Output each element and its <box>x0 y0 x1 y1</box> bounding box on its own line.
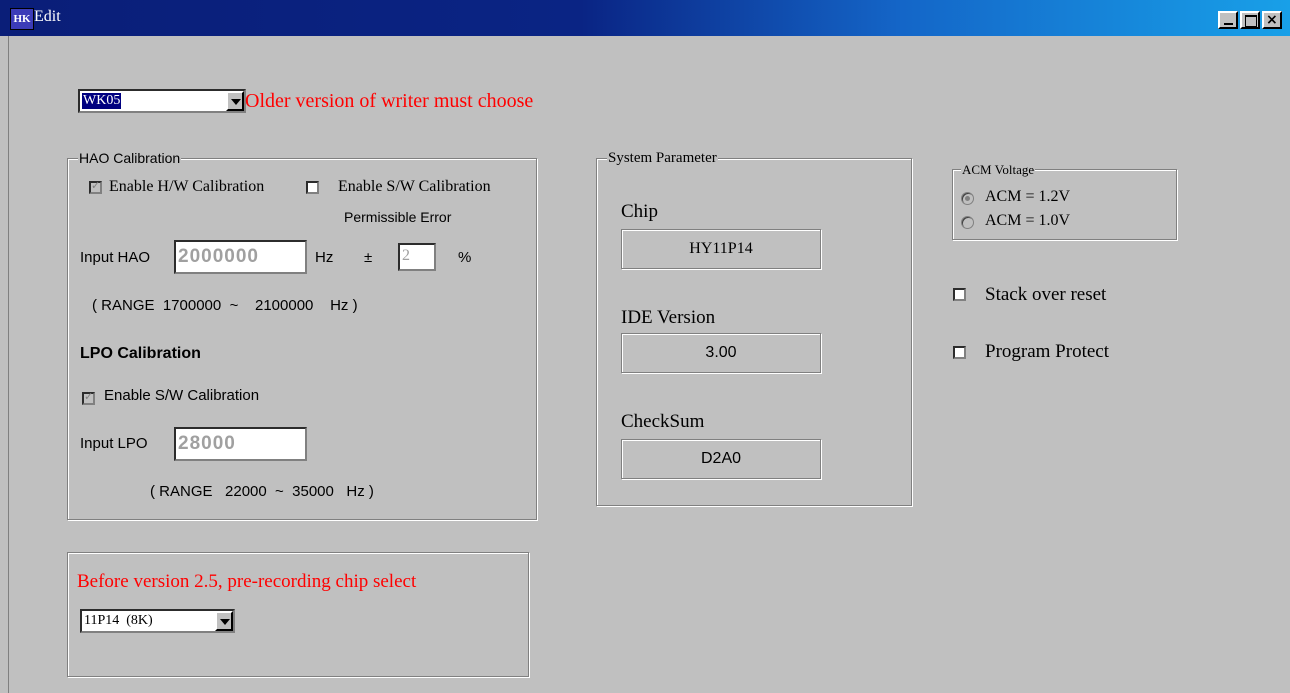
hao-calibration-group: HAO Calibration ✓ Enable H/W Calibration… <box>67 150 537 520</box>
close-icon: × <box>1266 12 1278 28</box>
checksum-label: CheckSum <box>621 411 705 432</box>
acm-12v-radio[interactable] <box>961 192 974 205</box>
input-lpo-label: Input LPO <box>80 435 148 452</box>
chip-select-group: Before version 2.5, pre-recording chip s… <box>67 552 529 677</box>
stack-over-reset-label: Stack over reset <box>985 284 1107 305</box>
percent-label: % <box>458 249 472 266</box>
plusminus-label: ± <box>364 249 373 266</box>
acm-10v-radio[interactable] <box>961 216 974 229</box>
lpo-range-text: ( RANGE 22000 ~ 35000 Hz ) <box>150 483 374 500</box>
input-hao-label: Input HAO <box>80 249 151 266</box>
error-percent-value: 2 <box>402 247 411 264</box>
window-title: Edit <box>34 8 61 25</box>
close-button[interactable]: × <box>1262 11 1282 29</box>
chip-select-dropdown[interactable] <box>215 611 233 631</box>
permissible-error-label: Permissible Error <box>344 209 452 225</box>
input-lpo-value: 28000 <box>178 433 236 454</box>
maximize-button[interactable] <box>1240 11 1260 29</box>
writer-select[interactable]: WK05 <box>78 89 246 113</box>
system-parameter-group: System Parameter Chip HY11P14 IDE Versio… <box>596 150 912 506</box>
lpo-calibration-title: LPO Calibration <box>80 345 201 362</box>
ide-version-value: 3.00 <box>621 333 821 373</box>
radio-dot-icon <box>965 196 970 201</box>
edit-window: HK Edit × WK05 Older version of writer m… <box>0 0 1290 693</box>
hao-range-text: ( RANGE 1700000 ~ 2100000 Hz ) <box>92 297 358 314</box>
sw-calibration-checkbox[interactable] <box>306 181 319 194</box>
stack-over-reset-checkbox[interactable] <box>953 288 966 301</box>
client-area: WK05 Older version of writer must choose… <box>8 36 1283 693</box>
chevron-down-icon <box>220 619 230 625</box>
input-hao-field[interactable]: 2000000 <box>174 240 307 274</box>
hw-calibration-checkbox[interactable]: ✓ <box>89 179 102 194</box>
input-lpo-field[interactable]: 28000 <box>174 427 307 461</box>
checkmark-icon: ✓ <box>91 179 101 192</box>
input-hao-value: 2000000 <box>178 246 259 267</box>
chip-value: HY11P14 <box>621 229 821 269</box>
writer-select-value: WK05 <box>82 93 122 109</box>
chip-label: Chip <box>621 201 658 222</box>
title-bar[interactable]: HK Edit × <box>0 0 1290 36</box>
acm-12v-label: ACM = 1.2V <box>985 188 1071 205</box>
minimize-button[interactable] <box>1218 11 1238 29</box>
lpo-sw-calibration-label: Enable S/W Calibration <box>104 387 260 404</box>
checkmark-icon: ✓ <box>84 390 94 403</box>
acm-10v-label: ACM = 1.0V <box>985 212 1071 229</box>
program-protect-checkbox[interactable] <box>953 346 966 359</box>
acm-voltage-group: ACM Voltage ACM = 1.2V ACM = 1.0V <box>952 162 1177 240</box>
sw-calibration-label: Enable S/W Calibration <box>338 178 491 195</box>
hw-calibration-label: Enable H/W Calibration <box>109 178 265 195</box>
maximize-icon <box>1245 15 1257 27</box>
chip-select-value: 11P14 (8K) <box>84 613 153 628</box>
writer-note: Older version of writer must choose <box>245 90 534 112</box>
lpo-sw-calibration-checkbox[interactable]: ✓ <box>82 390 95 405</box>
minimize-icon <box>1224 23 1233 25</box>
chevron-down-icon <box>231 99 241 105</box>
acm-group-legend: ACM Voltage <box>961 162 1036 178</box>
app-icon[interactable]: HK <box>10 8 34 30</box>
chip-select-title: Before version 2.5, pre-recording chip s… <box>77 571 417 592</box>
program-protect-label: Program Protect <box>985 341 1110 362</box>
ide-version-label: IDE Version <box>621 307 716 328</box>
chip-select[interactable]: 11P14 (8K) <box>80 609 235 633</box>
hao-group-legend: HAO Calibration <box>78 150 182 166</box>
writer-select-dropdown[interactable] <box>226 91 244 111</box>
checksum-value: D2A0 <box>621 439 821 479</box>
hz-unit-label: Hz <box>315 249 334 266</box>
system-group-legend: System Parameter <box>607 150 718 167</box>
error-percent-field[interactable]: 2 <box>398 243 436 271</box>
